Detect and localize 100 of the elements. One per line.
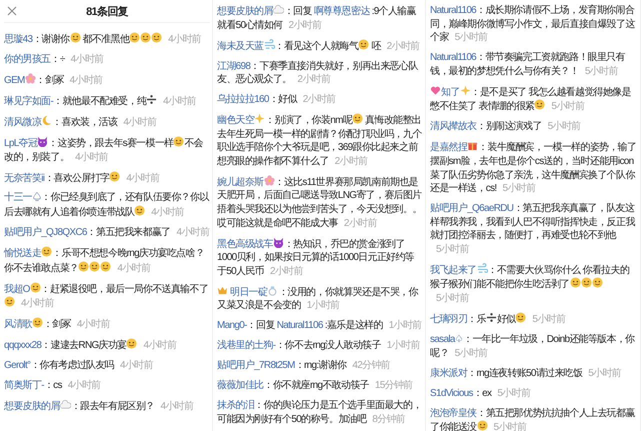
username-link[interactable]: 想要皮肤的屑 bbox=[217, 6, 284, 17]
username-link[interactable]: 知了 bbox=[430, 86, 471, 98]
timestamp: 5小时前 bbox=[548, 121, 580, 132]
username-link[interactable]: LpL夺冠 bbox=[4, 138, 48, 149]
comment: 我飞起来了 ：不需要大伙骂你什么 你看拉夫的猴子猴孙们能不能把你生吃活剥了 5小时前 bbox=[430, 262, 630, 306]
username-link[interactable]: 十三一♤ bbox=[4, 192, 42, 204]
timestamp: 2小时前 bbox=[302, 94, 336, 106]
username-link[interactable]: 康米派对 bbox=[430, 368, 468, 379]
devil-icon bbox=[272, 236, 284, 248]
username-link[interactable]: Gerolt° bbox=[4, 360, 30, 372]
comment: 愉悦送走 ：乐哥不想想今晚rng庆功宴吃点啥？你不去谁敢点菜？ 4小时前 bbox=[4, 246, 206, 276]
username-link[interactable]: 乌拉拉拉160 bbox=[217, 94, 269, 106]
timestamp: 2小时前 bbox=[344, 218, 377, 229]
timestamp: 1小时前 bbox=[386, 340, 420, 352]
username-link[interactable]: 简奥斯丁- bbox=[4, 380, 44, 392]
close-icon[interactable] bbox=[7, 6, 17, 16]
comment: 清风撵故衣：别闹这演戏了 5小时前 bbox=[430, 120, 582, 134]
username-link[interactable]: Natural1106 bbox=[430, 52, 476, 64]
comment: 浅巷里的土狗-：你不去rng没人敢动筷子 1小时前 bbox=[217, 339, 421, 353]
panel-title: 81条回复 bbox=[85, 4, 130, 18]
username-link[interactable]: GEM bbox=[4, 74, 36, 86]
smiley-icon bbox=[534, 99, 546, 110]
username-link[interactable]: Mang0- bbox=[217, 320, 247, 332]
username-link[interactable]: 想要皮肤的屑 bbox=[4, 401, 71, 412]
timestamp: 4小时前 bbox=[151, 207, 184, 218]
timestamp: 5小时前 bbox=[454, 348, 488, 359]
username-link[interactable]: 贴吧用户_7R8t25M bbox=[217, 360, 295, 372]
smiley-icon bbox=[140, 32, 152, 43]
comment: 海未及天蓝 ：看见这个人就晦气 呸 2小时前 bbox=[217, 38, 420, 54]
timestamp: 4小时前 bbox=[21, 298, 54, 310]
comment: 抹杀的泪：你的舆论压力是五个选手里面最大的，可能因为刚好有个50的称号。加油吧 8分钟前 bbox=[217, 399, 423, 427]
comment: 想要皮肤的屑 ：跟去年有屁区别？ 4小时前 bbox=[4, 399, 194, 414]
username-link[interactable]: 贴吧用户_QJ8QXC6 bbox=[4, 227, 87, 238]
smiley-icon bbox=[41, 246, 52, 258]
comment: 你的男孩五：÷ 4小时前 bbox=[4, 52, 104, 67]
username-link[interactable]: 风清歌 bbox=[4, 319, 43, 330]
username-link[interactable]: 泡泡帝皇侠 bbox=[430, 408, 477, 419]
username-link[interactable]: qqqxxx28 bbox=[4, 340, 42, 352]
comment: 简奥斯丁-：cs 4小时前 bbox=[4, 379, 102, 393]
username-link[interactable]: sasala♤ bbox=[430, 334, 464, 345]
comment: 康米派对：rng连夜转账50请过来吃饭 5小时前 bbox=[430, 366, 622, 380]
comment: 明日一碇 ：没用的，你就算哭还是不哭，你又菜又浪是不会变的 1小时前 bbox=[217, 284, 420, 314]
timestamp: 4小时前 bbox=[75, 152, 108, 163]
username-link[interactable]: 我超O bbox=[4, 284, 41, 295]
username-link[interactable]: 贴吧用户_Q6aeRDU bbox=[430, 203, 514, 214]
timestamp: 15分钟前 bbox=[374, 380, 412, 392]
username-link[interactable]: 幽色天空 bbox=[217, 115, 266, 126]
mention-link[interactable]: Natural1106 bbox=[276, 320, 323, 332]
timestamp: 4小时前 bbox=[120, 360, 153, 372]
ring-icon bbox=[267, 284, 278, 296]
smiley-icon bbox=[151, 32, 162, 43]
timestamp: 5小时前 bbox=[532, 314, 566, 326]
username-link[interactable]: 思璇43 bbox=[4, 34, 32, 45]
username-link[interactable]: 薇薇加佳比 bbox=[217, 380, 264, 392]
comment: 知了 ：是不是买了 我怎么越看越觉得她像是憋不住笑了 表情绷的很紧 5小时前 bbox=[430, 84, 632, 114]
timestamp: 2小时前 bbox=[386, 40, 420, 52]
username-link[interactable]: 明日一碇 bbox=[217, 286, 278, 298]
comment: 清风微凉 ：喜欢装，活该 4小时前 bbox=[4, 114, 158, 130]
sparkle-icon bbox=[460, 84, 471, 96]
username-link[interactable]: 黑色高级战车 bbox=[217, 238, 284, 250]
username-link[interactable]: 清风微凉 bbox=[4, 116, 52, 128]
username-link[interactable]: 琳见字如面- bbox=[4, 96, 54, 107]
timestamp: 2小时前 bbox=[270, 266, 303, 277]
username-link[interactable]: 我飞起来了 bbox=[430, 264, 488, 276]
username-link[interactable]: 无奈苦笑ii bbox=[4, 172, 44, 184]
timestamp: 4小时前 bbox=[168, 34, 201, 45]
smiley-icon bbox=[570, 277, 581, 288]
username-link[interactable]: 是嘉然捏 bbox=[430, 142, 478, 154]
wind-icon bbox=[476, 262, 488, 274]
mention-link[interactable]: 啊尊尊恩密达 bbox=[314, 6, 370, 17]
comment: 薇薇加佳比：你不就座rng不敢动筷子 15分钟前 bbox=[217, 379, 414, 393]
divide-icon bbox=[146, 94, 158, 105]
username-link[interactable]: 海未及天蓝 bbox=[217, 40, 275, 52]
comment: qqqxxx28：逮逮去RNG庆功宴 4小时前 bbox=[4, 338, 178, 353]
username-link[interactable]: Natural1106 bbox=[430, 5, 476, 16]
comment: 是嘉然捏 ：装牛魔酬宾，一模一样的姿势，输了摆副sm脸，去年也是你个cs送的，当时还能用icon菜了队伍劣势你急了亲洗，这牛魔酬宾换了个队你还是一样送，cs! 5小时前 bbox=[430, 140, 638, 196]
username-link[interactable]: S1dVicious bbox=[430, 388, 473, 399]
smiley-icon bbox=[476, 420, 488, 431]
comment: 七璃羽刃：乐 好似 5小时前 bbox=[430, 312, 566, 327]
comment: 我超O ：赶紧退役吧，最后一局你不送真输不了 4小时前 bbox=[4, 282, 210, 311]
timestamp: 4小时前 bbox=[160, 401, 194, 412]
crown-icon bbox=[217, 284, 228, 296]
username-link[interactable]: 抹杀的泪 bbox=[217, 400, 254, 412]
timestamp: 5小时前 bbox=[454, 32, 488, 44]
username-link[interactable]: 七璃羽刃 bbox=[430, 314, 468, 326]
smiley-icon bbox=[173, 136, 184, 147]
username-link[interactable]: 你的男孩五 bbox=[4, 54, 51, 65]
smiley-icon bbox=[4, 296, 15, 308]
username-link[interactable]: 清风撵故衣 bbox=[430, 121, 477, 132]
username-link[interactable]: 浅巷里的土狗- bbox=[217, 340, 276, 352]
username-link[interactable]: 愉悦送走 bbox=[4, 248, 52, 260]
timestamp: 5小时前 bbox=[588, 368, 622, 379]
timestamp: 1小时前 bbox=[388, 320, 422, 332]
timestamp: 2小时前 bbox=[334, 156, 368, 167]
username-link[interactable]: 江湖698 bbox=[217, 60, 250, 72]
timestamp: 5小时前 bbox=[436, 244, 469, 255]
comment: 十三一♤：你已经臭到底了，还有队伍要你？你以后去哪就有人追着你喷连带战队 4小时前 bbox=[4, 191, 210, 220]
comment: 婉儿超奈斯 ：这比s11世界赛那局凯南前期也是天肥开局，后面自己嗯送导致LNG寄了，赛后图片捂着头哭我还以为他尝到苦头了，今天没想到。。哎可能这就是命吧不能成大事 2小时前 bbox=[217, 174, 423, 230]
comment: 风清歌 ：剑冢 4小时前 bbox=[4, 317, 111, 332]
username-link[interactable]: 婉儿超奈斯 bbox=[217, 176, 275, 188]
